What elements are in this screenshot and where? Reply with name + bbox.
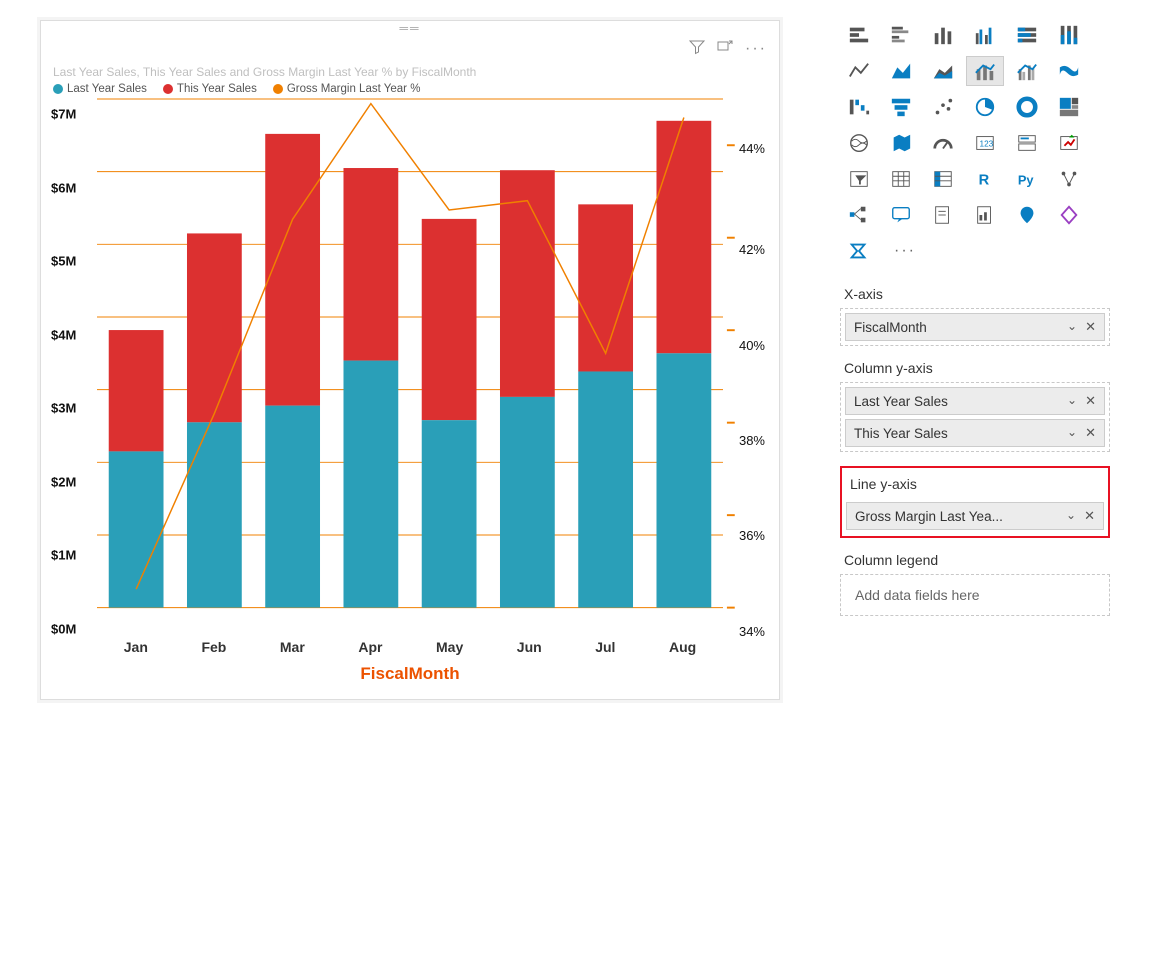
empty-well[interactable]: Add data fields here xyxy=(840,574,1110,616)
decomposition-tree-icon[interactable] xyxy=(840,200,878,230)
qa-visual-icon[interactable] xyxy=(882,200,920,230)
y-axis-left-labels: $7M $6M $5M $4M $3M $2M $1M $0M xyxy=(51,99,76,629)
chevron-down-icon[interactable]: ⌄ xyxy=(1066,508,1076,524)
legend-label: This Year Sales xyxy=(177,83,257,95)
table-icon[interactable] xyxy=(882,164,920,194)
funnel-icon[interactable] xyxy=(882,92,920,122)
pie-icon[interactable] xyxy=(966,92,1004,122)
line-stacked-column-icon[interactable] xyxy=(966,56,1004,86)
field-pill-last-year-sales[interactable]: Last Year Sales ⌄ ✕ xyxy=(845,387,1105,415)
chevron-down-icon[interactable]: ⌄ xyxy=(1067,393,1077,409)
map-icon[interactable] xyxy=(840,128,878,158)
matrix-icon[interactable] xyxy=(924,164,962,194)
slicer-icon[interactable] xyxy=(840,164,878,194)
area-chart-icon[interactable] xyxy=(882,56,920,86)
well-placeholder: Add data fields here xyxy=(845,579,1105,611)
remove-field-icon[interactable]: ✕ xyxy=(1085,393,1096,409)
svg-text:123: 123 xyxy=(980,140,994,149)
get-more-visuals-icon[interactable]: ··· xyxy=(882,236,920,266)
remove-field-icon[interactable]: ✕ xyxy=(1084,508,1095,524)
scatter-icon[interactable] xyxy=(924,92,962,122)
multi-row-card-icon[interactable] xyxy=(1008,128,1046,158)
more-options-icon[interactable]: ··· xyxy=(745,40,767,58)
clustered-column-icon[interactable] xyxy=(966,20,1004,50)
treemap-icon[interactable] xyxy=(1050,92,1088,122)
well-title: X-axis xyxy=(844,286,1106,302)
line-clustered-column-icon[interactable] xyxy=(1008,56,1046,86)
x-axis-labels: Jan Feb Mar Apr May Jun Jul Aug xyxy=(97,639,723,655)
chart-visual[interactable]: ══ ··· Last Year Sales, This Year Sales … xyxy=(40,20,780,700)
svg-text:Py: Py xyxy=(1018,173,1035,188)
focus-mode-icon[interactable] xyxy=(717,39,733,60)
visual-header-toolbar: ··· xyxy=(41,35,779,63)
stacked-area-icon[interactable] xyxy=(924,56,962,86)
well-title: Column y-axis xyxy=(844,360,1106,376)
arcgis-icon[interactable] xyxy=(1008,200,1046,230)
field-label: Gross Margin Last Yea... xyxy=(855,509,1058,524)
field-pill-gross-margin[interactable]: Gross Margin Last Yea... ⌄ ✕ xyxy=(846,502,1104,530)
stacked-bar-icon[interactable] xyxy=(840,20,878,50)
chart-legend: Last Year Sales This Year Sales Gross Ma… xyxy=(41,83,779,99)
python-visual-icon[interactable]: Py xyxy=(1008,164,1046,194)
drag-handle[interactable]: ══ xyxy=(41,21,779,35)
field-pill-fiscalmonth[interactable]: FiscalMonth ⌄ ✕ xyxy=(845,313,1105,341)
well-title: Column legend xyxy=(844,552,1106,568)
clustered-bar-icon[interactable] xyxy=(882,20,920,50)
svg-text:R: R xyxy=(979,173,990,189)
donut-icon[interactable] xyxy=(1008,92,1046,122)
powerapps-icon[interactable] xyxy=(1050,200,1088,230)
column-legend-well: Column legend Add data fields here xyxy=(840,552,1110,616)
line-chart-icon[interactable] xyxy=(840,56,878,86)
filter-icon[interactable] xyxy=(689,39,705,60)
gauge-icon[interactable] xyxy=(924,128,962,158)
visualizations-pane: 123 R Py ··· X-axis FiscalM xyxy=(840,20,1110,630)
line-y-axis-well: Line y-axis Gross Margin Last Yea... ⌄ ✕ xyxy=(840,466,1110,538)
filled-map-icon[interactable] xyxy=(882,128,920,158)
legend-marker-last-year xyxy=(53,84,63,94)
remove-field-icon[interactable]: ✕ xyxy=(1085,319,1096,335)
legend-marker-this-year xyxy=(163,84,173,94)
power-automate-icon[interactable] xyxy=(840,236,878,266)
field-label: Last Year Sales xyxy=(854,394,1059,409)
kpi-icon[interactable] xyxy=(1050,128,1088,158)
remove-field-icon[interactable]: ✕ xyxy=(1085,425,1096,441)
key-influencers-icon[interactable] xyxy=(1050,164,1088,194)
field-pill-this-year-sales[interactable]: This Year Sales ⌄ ✕ xyxy=(845,419,1105,447)
x-axis-title: FiscalMonth xyxy=(97,664,723,684)
legend-marker-gross-margin xyxy=(273,84,283,94)
chevron-down-icon[interactable]: ⌄ xyxy=(1067,425,1077,441)
field-label: FiscalMonth xyxy=(854,320,1059,335)
100-stacked-column-icon[interactable] xyxy=(1050,20,1088,50)
chevron-down-icon[interactable]: ⌄ xyxy=(1067,319,1077,335)
x-axis-well: X-axis FiscalMonth ⌄ ✕ xyxy=(840,286,1110,346)
legend-label: Last Year Sales xyxy=(67,83,147,95)
r-visual-icon[interactable]: R xyxy=(966,164,1004,194)
column-y-axis-well: Column y-axis Last Year Sales ⌄ ✕ This Ye… xyxy=(840,360,1110,452)
100-stacked-bar-icon[interactable] xyxy=(1008,20,1046,50)
ribbon-chart-icon[interactable] xyxy=(1050,56,1088,86)
legend-label: Gross Margin Last Year % xyxy=(287,83,421,95)
plot-area: $7M $6M $5M $4M $3M $2M $1M $0M 44% 42% … xyxy=(97,99,723,629)
visualization-type-gallery: 123 R Py ··· xyxy=(840,20,1110,266)
chart-title: Last Year Sales, This Year Sales and Gro… xyxy=(41,63,779,83)
paginated-report-icon[interactable] xyxy=(966,200,1004,230)
narrative-icon[interactable] xyxy=(924,200,962,230)
stacked-column-icon[interactable] xyxy=(924,20,962,50)
card-icon[interactable]: 123 xyxy=(966,128,1004,158)
waterfall-icon[interactable] xyxy=(840,92,878,122)
field-label: This Year Sales xyxy=(854,426,1059,441)
well-title: Line y-axis xyxy=(850,476,1100,492)
